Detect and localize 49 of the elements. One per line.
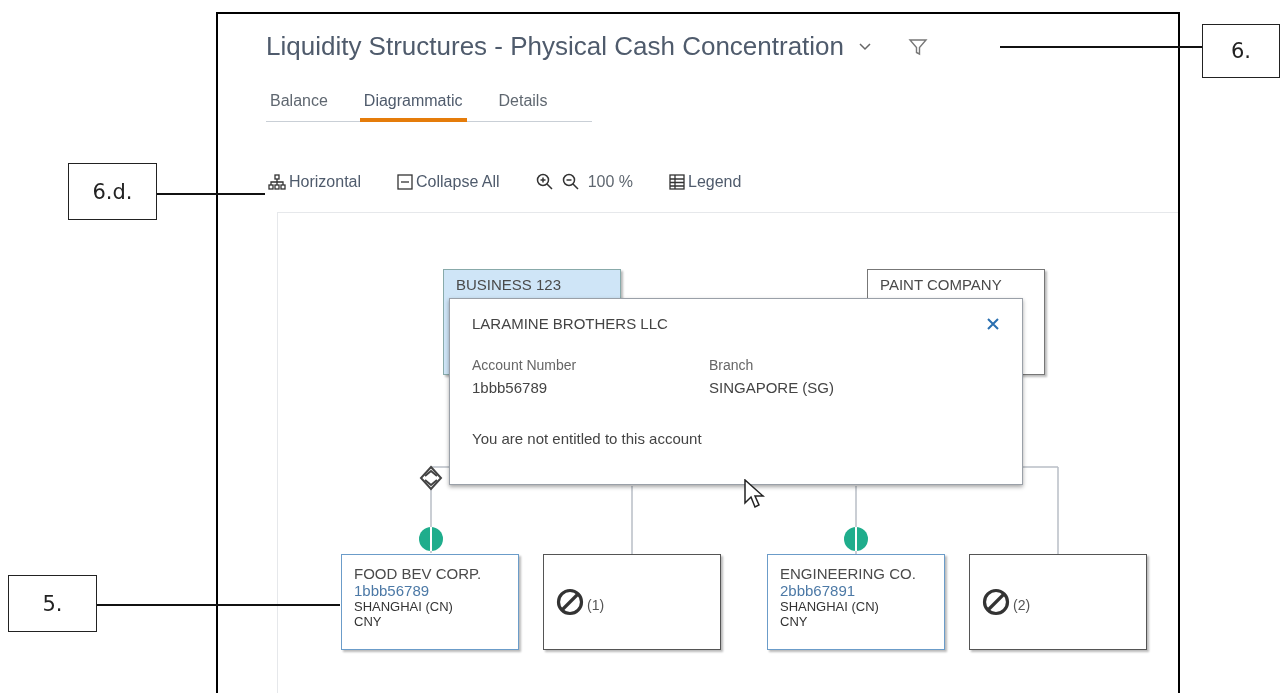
node-name: BUSINESS 123 [456,276,563,293]
toolbar-button[interactable]: Legend [669,173,742,191]
table-icon [669,174,685,190]
field-label: Account Number [472,357,578,373]
filter-icon[interactable] [908,36,929,57]
restricted-node[interactable]: (2) [969,554,1147,650]
prohibited-icon [982,588,1010,616]
restricted-node[interactable]: (1) [543,554,721,650]
zoom-in-button[interactable] [535,173,554,191]
branch-text: SHANGHAI (CN) [780,599,880,614]
node-name: PAINT COMPANY [880,276,1003,293]
node-name: FOOD BEV CORP. [354,565,483,582]
currency-text: CNY [354,614,383,629]
zoom-out-button[interactable] [561,173,580,191]
callout-label: 6.d. [68,163,157,220]
expand-toggle-icon[interactable] [419,465,443,491]
callout-label: 5. [8,575,97,632]
account-number: 1bbb56789 [354,582,431,599]
prohibited-icon [556,588,584,616]
chevron-down-icon[interactable] [858,41,873,52]
branch-text: SHANGHAI (CN) [354,599,454,614]
account-node[interactable]: FOOD BEV CORP. 1bbb56789 SHANGHAI (CN) CNY [341,554,519,650]
zoom-out-icon [561,173,580,191]
close-icon[interactable] [986,317,1000,331]
toolbar-button[interactable]: Collapse All [397,173,500,191]
tab[interactable]: Balance [266,88,332,122]
field-label: Branch [709,357,755,373]
callout-label: 6. [1202,24,1280,78]
tab[interactable]: Diagrammatic [359,88,467,122]
connector-line [631,485,633,555]
tab[interactable]: Details [494,88,552,122]
account-node[interactable]: ENGINEERING CO. 2bbb67891 SHANGHAI (CN) CNY [767,554,945,650]
currency-text: CNY [780,614,809,629]
field-value: 1bbb56789 [472,379,549,396]
collapse-icon [397,174,414,190]
entitlement-message: You are not entitled to this account [472,430,703,447]
zoom-level: 100 % [587,173,633,191]
split-circle-icon [844,527,868,551]
zoom-in-icon [535,173,554,191]
split-circle-icon [419,527,443,551]
popup-title: LARAMINE BROTHERS LLC [472,315,668,332]
count-text: (1) [587,597,605,613]
count-text: (2) [1013,597,1031,613]
field-value: SINGAPORE (SG) [709,379,836,396]
node-name: ENGINEERING CO. [780,565,917,582]
account-number: 2bbb67891 [780,582,857,599]
toolbar-button[interactable]: Horizontal [268,173,362,191]
hierarchy-icon [268,174,286,190]
page-title: Liquidity Structures - Physical Cash Concentration [266,31,845,62]
